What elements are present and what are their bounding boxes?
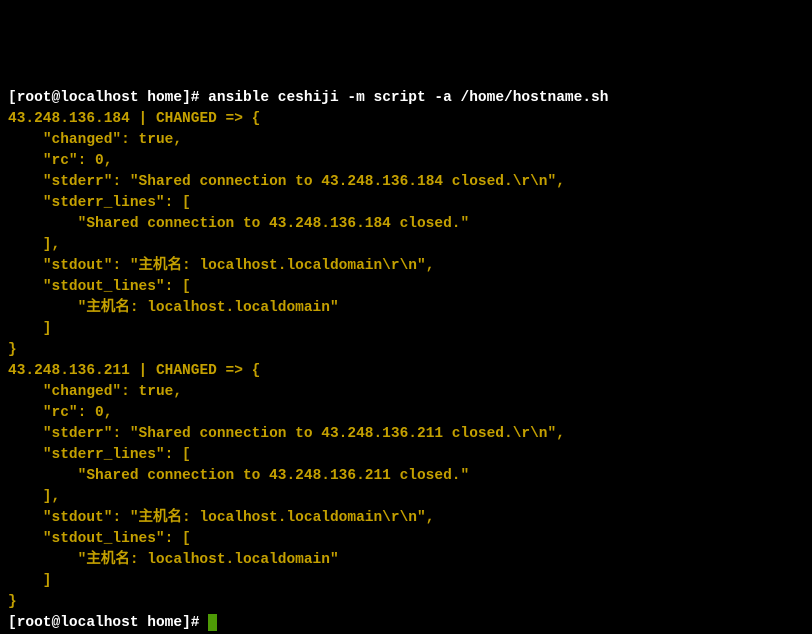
- output-line: "rc": 0,: [8, 405, 112, 421]
- prompt-line[interactable]: [root@localhost home]#: [8, 615, 208, 631]
- host-header-0: 43.248.136.184 | CHANGED => {: [8, 111, 260, 127]
- output-line: "stderr": "Shared connection to 43.248.1…: [8, 174, 565, 190]
- output-line: "主机名: localhost.localdomain": [8, 552, 339, 568]
- output-line: "stdout": "主机名: localhost.localdomain\r\…: [8, 510, 434, 526]
- output-line: }: [8, 594, 17, 610]
- output-line: "Shared connection to 43.248.136.211 clo…: [8, 468, 469, 484]
- output-line: ]: [8, 321, 52, 337]
- output-line: "stderr_lines": [: [8, 195, 191, 211]
- output-line: ],: [8, 237, 60, 253]
- output-line: "rc": 0,: [8, 153, 112, 169]
- output-line: "changed": true,: [8, 384, 182, 400]
- output-line: "主机名: localhost.localdomain": [8, 300, 339, 316]
- output-line: ]: [8, 573, 52, 589]
- output-line: "stdout_lines": [: [8, 531, 191, 547]
- output-line: "stderr": "Shared connection to 43.248.1…: [8, 426, 565, 442]
- output-line: }: [8, 342, 17, 358]
- cursor-icon: [208, 614, 217, 631]
- output-line: "stdout_lines": [: [8, 279, 191, 295]
- prompt-line: [root@localhost home]#: [8, 90, 208, 106]
- output-line: "Shared connection to 43.248.136.184 clo…: [8, 216, 469, 232]
- host-header-1: 43.248.136.211 | CHANGED => {: [8, 363, 260, 379]
- output-line: ],: [8, 489, 60, 505]
- output-line: "stderr_lines": [: [8, 447, 191, 463]
- output-line: "stdout": "主机名: localhost.localdomain\r\…: [8, 258, 434, 274]
- command-input[interactable]: ansible ceshiji -m script -a /home/hostn…: [208, 90, 608, 106]
- output-line: "changed": true,: [8, 132, 182, 148]
